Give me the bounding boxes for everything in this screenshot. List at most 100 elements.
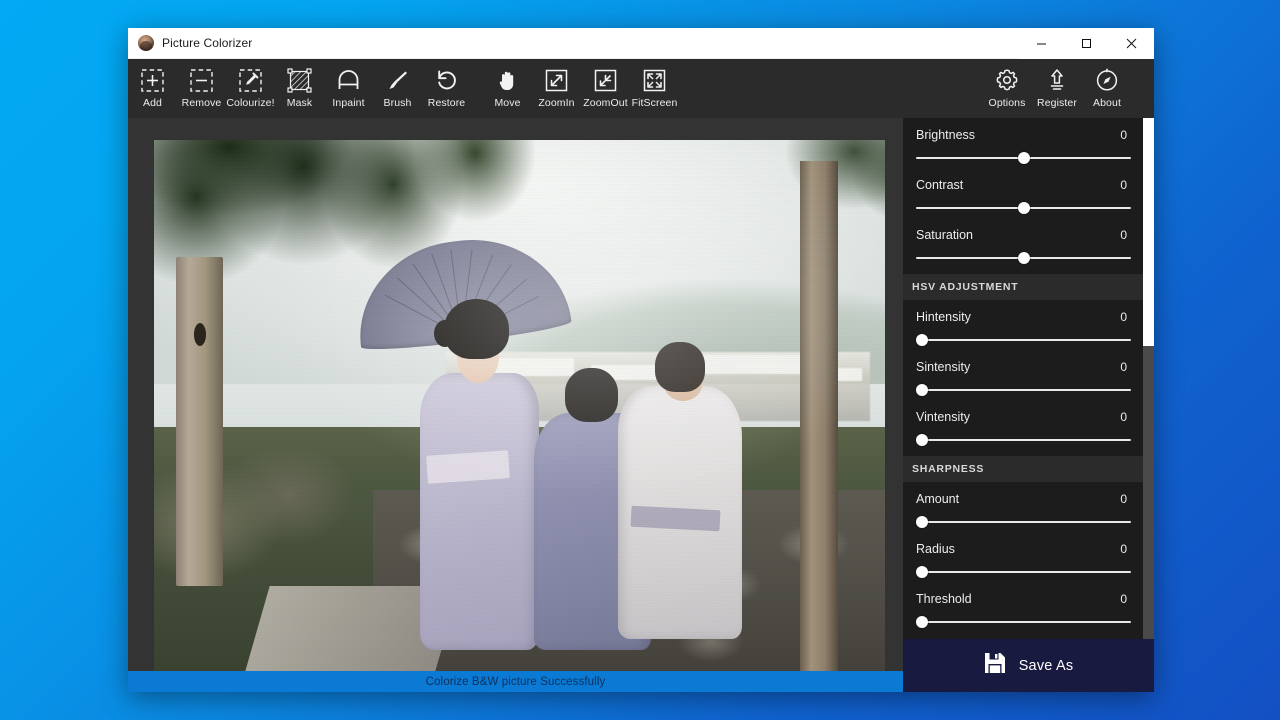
- save-as-button[interactable]: Save As: [903, 639, 1154, 692]
- photo-wooden-post-left: [175, 256, 223, 587]
- undo-arrow-icon: [434, 66, 459, 94]
- tool-label: Brush: [383, 97, 412, 109]
- slider-threshold[interactable]: Threshold 0: [903, 582, 1143, 632]
- slider-label: Vintensity: [916, 410, 970, 424]
- slider-saturation[interactable]: Saturation 0: [903, 218, 1143, 268]
- tool-colourize[interactable]: Colourize!: [226, 62, 275, 115]
- slider-thumb[interactable]: [916, 516, 928, 528]
- slider-bar: [916, 389, 1131, 391]
- photo-trees-right: [665, 140, 885, 289]
- slider-track[interactable]: [916, 334, 1131, 346]
- maximize-icon[interactable]: [1064, 28, 1109, 59]
- tool-label: Options: [988, 97, 1026, 109]
- section-header-sharpness: SHARPNESS: [903, 456, 1143, 482]
- slider-thumb[interactable]: [1017, 252, 1030, 264]
- tool-move[interactable]: Move: [483, 62, 532, 115]
- slider-thumb[interactable]: [916, 334, 928, 346]
- portrait-avatar-icon: [138, 35, 154, 51]
- slider-value: 0: [1120, 592, 1127, 606]
- zoom-out-icon: [593, 66, 618, 94]
- slider-label: Hintensity: [916, 310, 971, 324]
- slider-track[interactable]: [916, 616, 1131, 628]
- image-canvas[interactable]: [128, 118, 903, 671]
- tool-mask[interactable]: Mask: [275, 62, 324, 115]
- slider-value: 0: [1120, 492, 1127, 506]
- tool-add[interactable]: Add: [128, 62, 177, 115]
- slider-sintensity[interactable]: Sintensity 0: [903, 350, 1143, 400]
- tool-brush[interactable]: Brush: [373, 62, 422, 115]
- slider-contrast[interactable]: Contrast 0: [903, 168, 1143, 218]
- slider-label: Threshold: [916, 592, 972, 606]
- slider-thumb[interactable]: [916, 434, 928, 446]
- slider-track[interactable]: [916, 384, 1131, 396]
- tool-label: ZoomIn: [538, 97, 575, 109]
- slider-thumb[interactable]: [1017, 202, 1030, 214]
- tool-label: ZoomOut: [583, 97, 628, 109]
- slider-track[interactable]: [916, 434, 1131, 446]
- slider-bar: [916, 621, 1131, 623]
- work-area: Colorize B&W picture Successfully Bright…: [128, 118, 1154, 692]
- slider-track[interactable]: [916, 252, 1131, 264]
- slider-thumb[interactable]: [916, 384, 928, 396]
- slider-value: 0: [1120, 360, 1127, 374]
- tool-label: FitScreen: [631, 97, 678, 109]
- tool-label: Inpaint: [332, 97, 365, 109]
- application-window: Picture Colorizer Add Remove Colourize! …: [128, 28, 1154, 692]
- adjustments-panel: Brightness 0 Contrast 0 Saturation 0 HSV…: [903, 118, 1154, 692]
- close-icon[interactable]: [1109, 28, 1154, 59]
- zoom-in-icon: [544, 66, 569, 94]
- status-bar: Colorize B&W picture Successfully: [128, 671, 903, 692]
- save-as-label: Save As: [1018, 657, 1074, 674]
- tool-fit-screen[interactable]: FitScreen: [630, 62, 679, 115]
- slider-radius[interactable]: Radius 0: [903, 532, 1143, 582]
- slider-hintensity[interactable]: Hintensity 0: [903, 300, 1143, 350]
- slider-brightness[interactable]: Brightness 0: [903, 118, 1143, 168]
- slider-thumb[interactable]: [1017, 152, 1030, 164]
- slider-bar: [916, 339, 1131, 341]
- slider-label: Sintensity: [916, 360, 971, 374]
- slider-track[interactable]: [916, 516, 1131, 528]
- slider-value: 0: [1120, 178, 1127, 192]
- remove-dashed-box-icon: [189, 66, 214, 94]
- tool-options[interactable]: Options: [982, 62, 1032, 115]
- panel-scrollbar[interactable]: [1143, 118, 1154, 639]
- slider-value: 0: [1120, 128, 1127, 142]
- slider-amount[interactable]: Amount 0: [903, 482, 1143, 532]
- tool-label: Register: [1037, 97, 1077, 109]
- colorized-photo[interactable]: [154, 140, 885, 671]
- photo-figure-right: [618, 341, 743, 640]
- tool-restore[interactable]: Restore: [422, 62, 471, 115]
- slider-thumb[interactable]: [916, 566, 928, 578]
- tool-label: Mask: [286, 97, 313, 109]
- tool-register[interactable]: Register: [1032, 62, 1082, 115]
- slider-bar: [916, 439, 1131, 441]
- window-controls: [1019, 28, 1154, 59]
- upload-arrow-icon: [1044, 66, 1070, 94]
- window-title: Picture Colorizer: [162, 36, 253, 50]
- slider-vintensity[interactable]: Vintensity 0: [903, 400, 1143, 450]
- eyedropper-dashed-box-icon: [238, 66, 263, 94]
- minimize-icon[interactable]: [1019, 28, 1064, 59]
- photo-figure-woman: [417, 299, 541, 650]
- add-dashed-box-icon: [140, 66, 165, 94]
- canvas-area: Colorize B&W picture Successfully: [128, 118, 903, 692]
- floppy-disk-icon: [984, 652, 1006, 679]
- slider-track[interactable]: [916, 202, 1131, 214]
- slider-thumb[interactable]: [916, 616, 928, 628]
- tool-about[interactable]: About: [1082, 62, 1132, 115]
- slider-track[interactable]: [916, 152, 1131, 164]
- tool-label: Remove: [181, 97, 222, 109]
- tool-inpaint[interactable]: Inpaint: [324, 62, 373, 115]
- gear-icon: [994, 66, 1020, 94]
- tool-label: Add: [143, 97, 162, 109]
- status-message: Colorize B&W picture Successfully: [425, 675, 606, 688]
- mask-hatched-square-icon: [287, 66, 312, 94]
- slider-track[interactable]: [916, 566, 1131, 578]
- tool-remove[interactable]: Remove: [177, 62, 226, 115]
- slider-bar: [916, 571, 1131, 573]
- tool-zoom-out[interactable]: ZoomOut: [581, 62, 630, 115]
- slider-value: 0: [1120, 410, 1127, 424]
- panel-scrollbar-thumb[interactable]: [1143, 118, 1154, 346]
- tool-label: Colourize!: [226, 97, 275, 109]
- tool-zoom-in[interactable]: ZoomIn: [532, 62, 581, 115]
